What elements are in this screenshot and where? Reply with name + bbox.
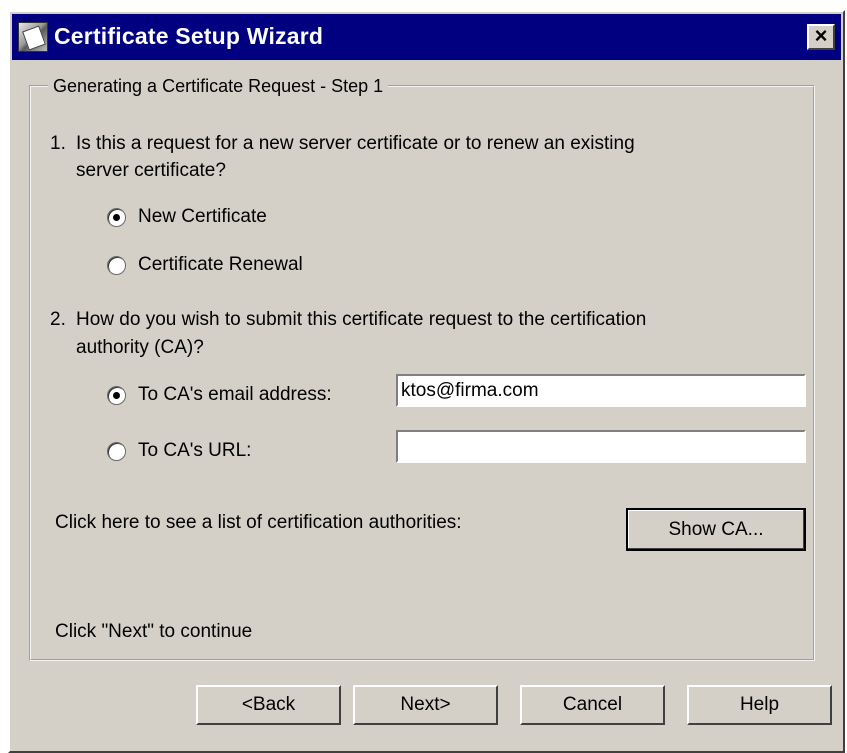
question1-text-line1: Is this a request for a new server certi… [76, 133, 635, 154]
radio-ca-email-label[interactable]: To CA's email address: [138, 382, 332, 408]
group-legend: Generating a Certificate Request - Step … [48, 76, 389, 97]
question2-number: 2. [50, 309, 66, 330]
show-ca-button[interactable]: Show CA... [626, 508, 806, 551]
radio-ca-url[interactable] [107, 442, 126, 461]
ca-email-field[interactable] [396, 374, 806, 407]
radio-new-certificate-label[interactable]: New Certificate [138, 204, 267, 230]
question1-text-line2: server certificate? [76, 160, 226, 181]
radio-ca-url-label[interactable]: To CA's URL: [138, 438, 251, 464]
footer-hint: Click "Next" to continue [55, 621, 253, 642]
cancel-button[interactable]: Cancel [520, 685, 665, 725]
question2-text-line2: authority (CA)? [76, 337, 204, 358]
radio-certificate-renewal[interactable] [107, 256, 126, 275]
help-button[interactable]: Help [687, 685, 832, 725]
back-button[interactable]: <Back [196, 685, 341, 725]
title-bar[interactable]: Certificate Setup Wizard × [12, 14, 841, 60]
radio-ca-email[interactable] [107, 386, 126, 405]
close-button[interactable]: × [807, 24, 835, 50]
window-title: Certificate Setup Wizard [54, 23, 324, 49]
radio-new-certificate[interactable] [107, 208, 126, 227]
next-button[interactable]: Next> [353, 685, 498, 725]
certificate-icon [18, 22, 48, 52]
ca-url-field[interactable] [396, 430, 806, 463]
question1-number: 1. [50, 133, 66, 154]
question2-text-line1: How do you wish to submit this certifica… [76, 309, 647, 330]
radio-certificate-renewal-label[interactable]: Certificate Renewal [138, 252, 303, 278]
ca-list-prompt: Click here to see a list of certificatio… [55, 512, 462, 533]
